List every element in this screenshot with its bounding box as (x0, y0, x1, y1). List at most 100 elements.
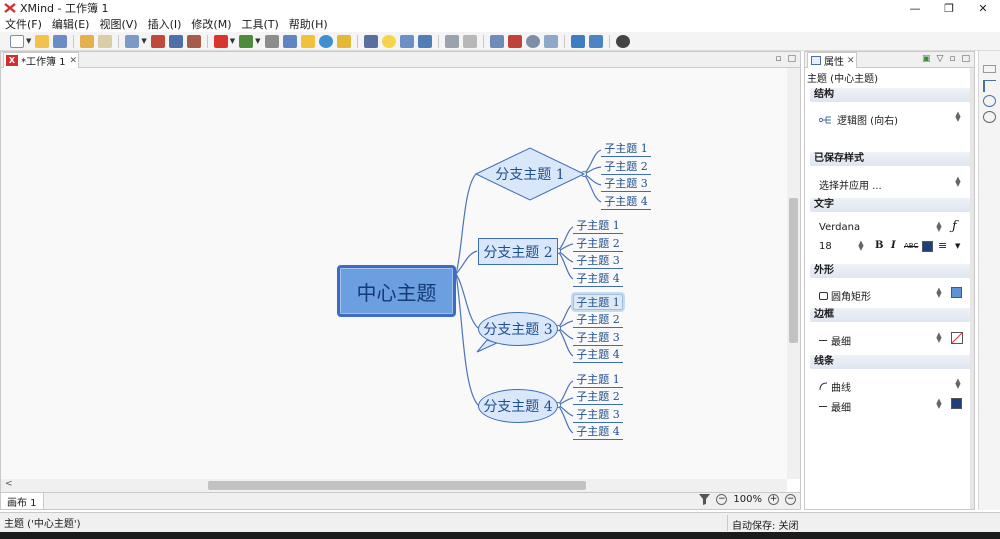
border-width-select[interactable]: 最细 (819, 333, 967, 348)
sheet-tab[interactable]: 画布 1 (1, 493, 44, 509)
presentation-icon[interactable] (489, 34, 504, 48)
line-color-swatch[interactable] (951, 398, 962, 409)
globe-icon[interactable] (318, 34, 333, 48)
section-saved-style[interactable]: 已保存样式 (810, 152, 973, 166)
branch-topic-4[interactable]: 分支主题 4 (478, 389, 558, 423)
outline-icon[interactable] (983, 80, 996, 92)
new-file-icon[interactable] (10, 34, 24, 48)
restore-view-icon[interactable] (983, 65, 996, 73)
vertical-scrollbar[interactable] (787, 68, 800, 479)
summary-icon[interactable] (363, 34, 378, 48)
subtopic-selected[interactable]: 子主题 1 (573, 294, 623, 310)
lightbulb-icon[interactable] (381, 34, 396, 48)
filter-icon[interactable] (699, 494, 711, 505)
note-icon[interactable] (300, 34, 315, 48)
subtopic[interactable]: 子主题 3 (601, 176, 651, 192)
redo-icon[interactable] (98, 34, 113, 48)
subtopic[interactable]: 子主题 3 (573, 407, 623, 423)
shape-select[interactable]: 圆角矩形 (819, 288, 967, 303)
clear-format-icon[interactable] (462, 34, 477, 48)
properties-tab[interactable]: 属性 ✕ (807, 52, 857, 68)
fill-color-swatch[interactable] (951, 287, 962, 298)
subtopic[interactable]: 子主题 1 (573, 372, 623, 388)
relationship-icon[interactable] (186, 34, 201, 48)
zoom-menu-icon[interactable]: − (785, 494, 796, 505)
text-color-swatch[interactable] (922, 241, 933, 252)
menu-view[interactable]: 视图(V) (94, 16, 142, 32)
central-topic[interactable]: 中心主题 (337, 265, 456, 317)
spinner-arrows[interactable]: ▲ ▼ (858, 240, 864, 252)
subtopic-icon[interactable] (150, 34, 165, 48)
spinner-arrows[interactable]: ▲ ▼ (955, 378, 961, 390)
spinner-arrows[interactable]: ▲ ▼ (955, 176, 961, 188)
close-icon[interactable]: ✕ (70, 56, 78, 66)
spinner-arrows[interactable]: ▲ ▼ (955, 111, 961, 123)
line-style-select[interactable]: 曲线 (819, 379, 967, 394)
restore-button[interactable]: ❐ (932, 0, 966, 16)
scrollbar-thumb[interactable] (208, 481, 586, 490)
undo-icon[interactable] (80, 34, 95, 48)
scroll-left-icon[interactable]: < (5, 479, 13, 489)
font-style-icon[interactable]: ƒ (952, 219, 957, 234)
export-icon[interactable] (417, 34, 432, 48)
image-icon[interactable] (239, 34, 254, 48)
subtopic[interactable]: 子主题 4 (573, 424, 623, 440)
document-tab[interactable]: X *工作簿 1 ✕ (3, 52, 79, 68)
menu-tools[interactable]: 工具(T) (236, 16, 283, 32)
history-icon[interactable] (983, 111, 996, 123)
line-width-select[interactable]: 最细 (819, 399, 967, 414)
minimize-view-icon[interactable]: ▫ (775, 54, 781, 64)
align-icon[interactable]: ≡ (938, 239, 947, 252)
spinner-arrows[interactable]: ▲ ▼ (936, 398, 942, 410)
subtopic[interactable]: 子主题 2 (573, 389, 623, 405)
gear-icon[interactable] (615, 34, 630, 48)
subtopic[interactable]: 子主题 4 (573, 271, 623, 287)
share-cloud-icon[interactable] (570, 34, 585, 48)
menu-file[interactable]: 文件(F) (0, 16, 47, 32)
section-border[interactable]: 边框 (810, 308, 973, 322)
chevron-down-icon[interactable]: ▼ (955, 242, 960, 250)
font-family-select[interactable]: Verdana (819, 222, 967, 233)
zoom-fit-icon[interactable] (543, 34, 558, 48)
maximize-view-icon[interactable]: □ (961, 54, 970, 64)
upload-icon[interactable] (588, 34, 603, 48)
menu-insert[interactable]: 插入(I) (143, 16, 187, 32)
mindmap-canvas[interactable]: 中心主题 分支主题 1 分支主题 2 分支主题 3 分支主题 4 子主题 1 子… (1, 68, 787, 479)
chevron-down-icon[interactable]: ▼ (255, 37, 260, 45)
view-menu-icon[interactable]: ▽ (936, 54, 943, 64)
horizontal-scrollbar[interactable]: < (1, 479, 787, 492)
menu-modify[interactable]: 修改(M) (186, 16, 236, 32)
section-structure[interactable]: 结构 (810, 88, 973, 102)
no-color-swatch[interactable] (951, 332, 963, 344)
section-shape[interactable]: 外形 (810, 264, 973, 278)
subtopic[interactable]: 子主题 4 (601, 194, 651, 210)
open-folder-icon[interactable] (35, 34, 50, 48)
close-window-button[interactable]: ✕ (966, 0, 1000, 16)
scrollbar-thumb[interactable] (789, 198, 798, 343)
subtopic[interactable]: 子主题 3 (573, 330, 623, 346)
chevron-down-icon[interactable]: ▼ (141, 37, 146, 45)
branch-topic-2[interactable]: 分支主题 2 (478, 238, 558, 265)
gantt-icon[interactable] (507, 34, 522, 48)
spinner-arrows[interactable]: ▲ ▼ (936, 332, 942, 344)
subtopic[interactable]: 子主题 1 (573, 218, 623, 234)
format-painter-icon[interactable] (444, 34, 459, 48)
chevron-down-icon[interactable]: ▼ (230, 37, 235, 45)
attachment-icon[interactable] (264, 34, 279, 48)
chevron-down-icon[interactable]: ▼ (26, 37, 31, 45)
spinner-arrows[interactable]: ▲ ▼ (936, 221, 942, 233)
minimize-button[interactable]: — (898, 0, 932, 16)
menu-help[interactable]: 帮助(H) (284, 16, 333, 32)
subtopic[interactable]: 子主题 4 (573, 347, 623, 363)
italic-icon[interactable]: I (891, 240, 896, 251)
subtopic[interactable]: 子主题 3 (573, 253, 623, 269)
saved-style-select[interactable]: 选择并应用 ... (819, 177, 967, 192)
structure-select[interactable]: 逻辑图 (向右) (819, 112, 967, 127)
subtopic[interactable]: 子主题 2 (573, 312, 623, 328)
zoom-icon[interactable] (983, 95, 996, 107)
boundary-icon[interactable] (168, 34, 183, 48)
section-line[interactable]: 线条 (810, 355, 973, 369)
hyperlink-icon[interactable] (282, 34, 297, 48)
maximize-view-icon[interactable]: □ (787, 54, 796, 64)
spinner-arrows[interactable]: ▲ ▼ (936, 287, 942, 299)
